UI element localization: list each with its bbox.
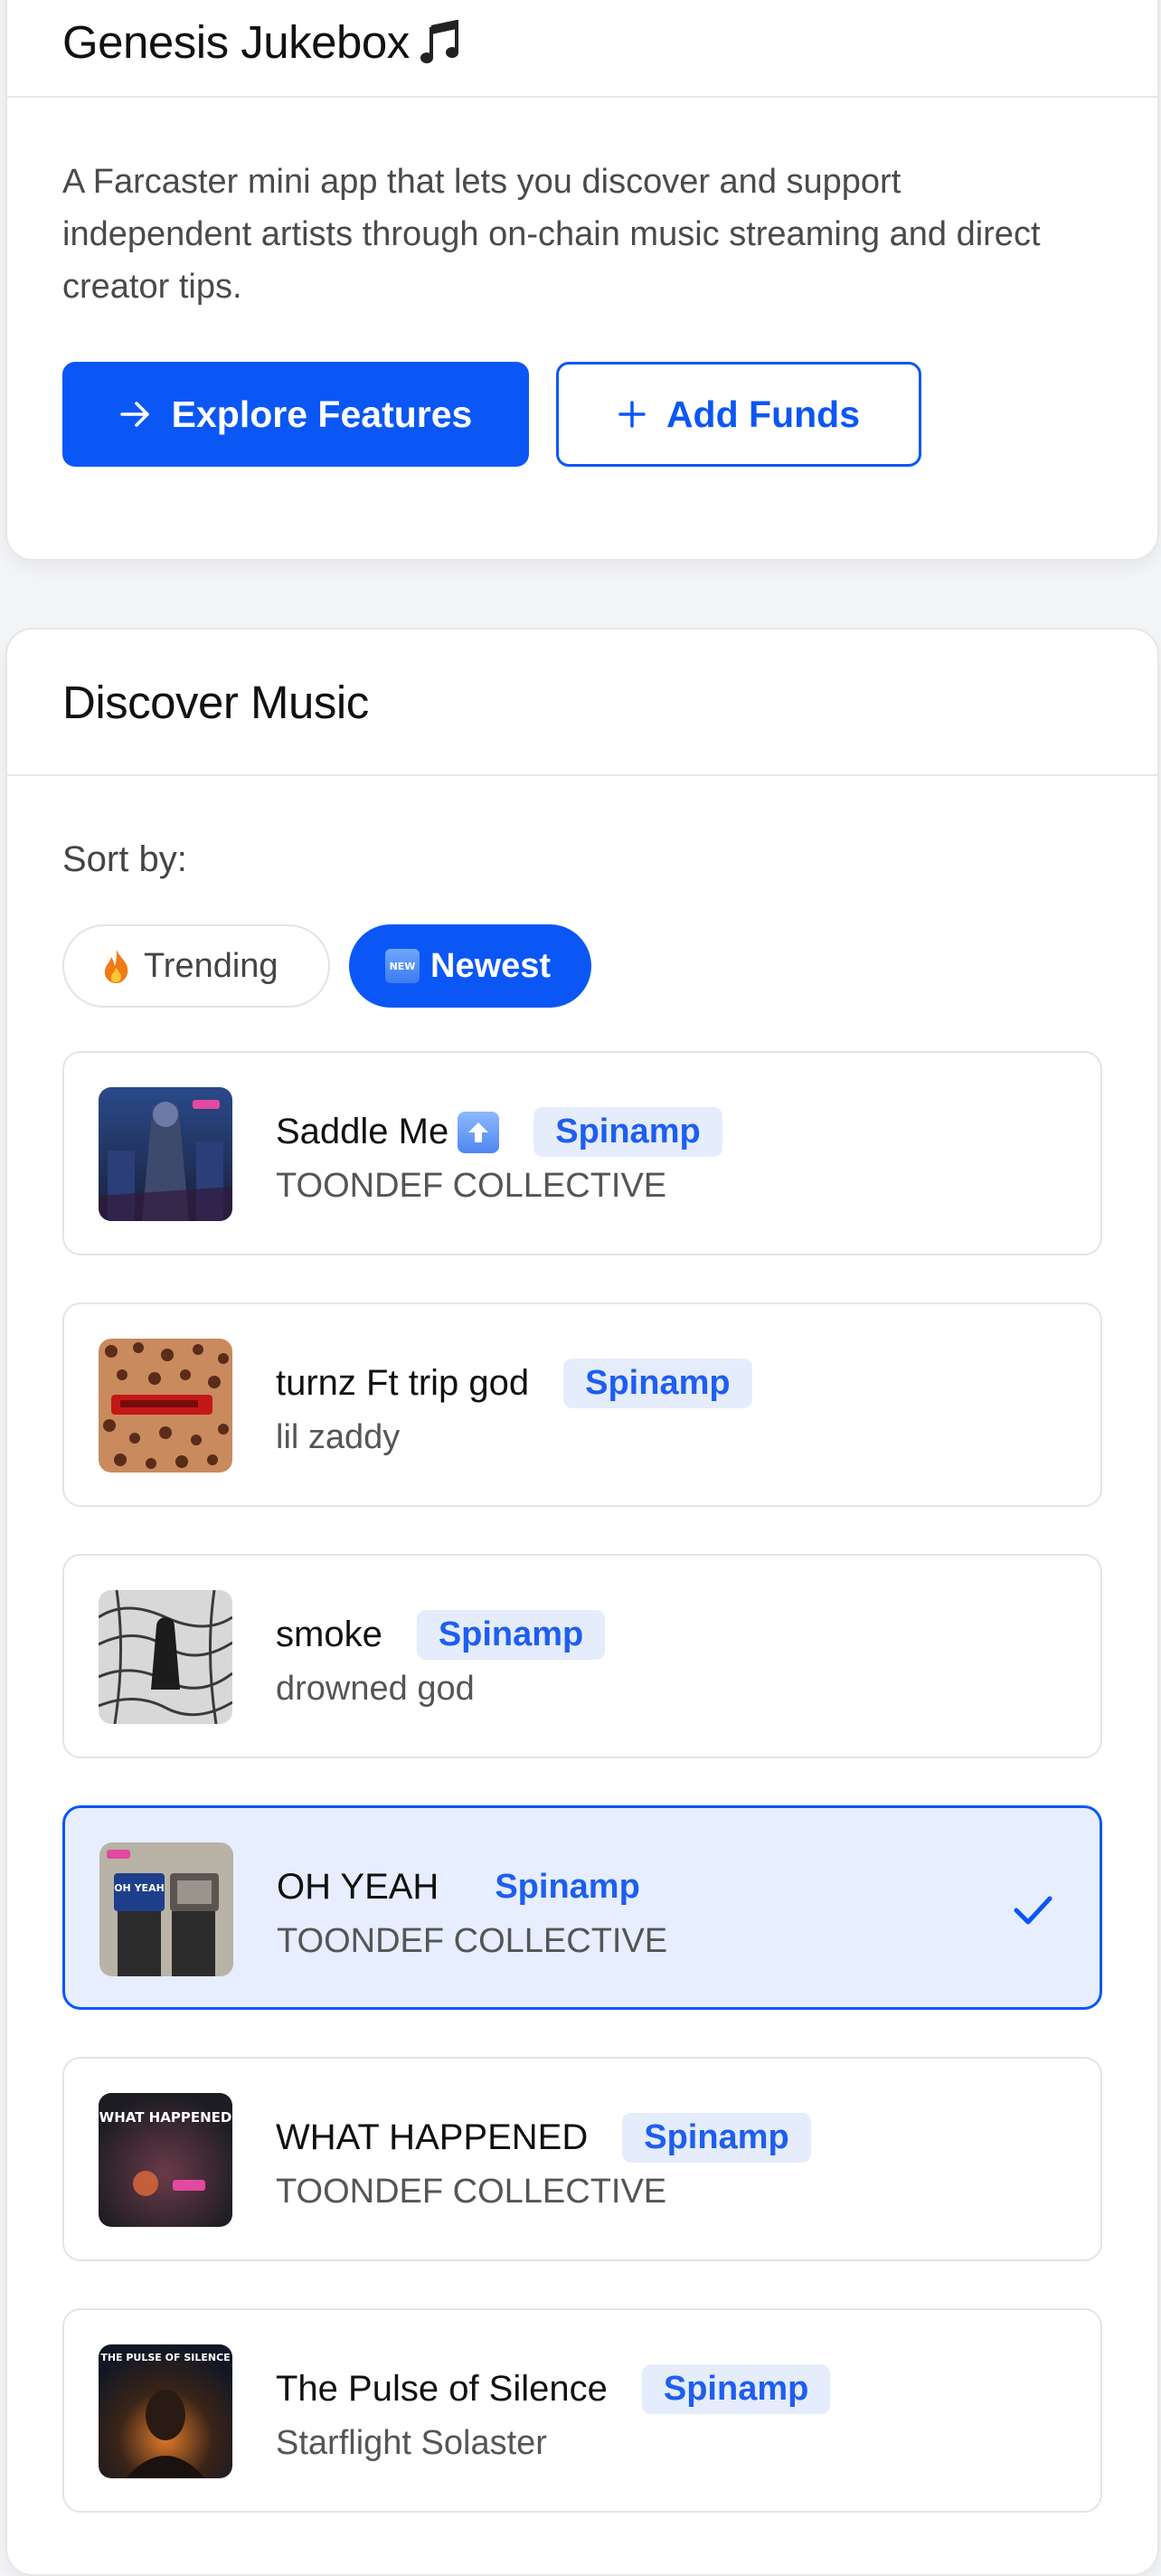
plus-icon (618, 401, 646, 428)
new-icon: NEW (385, 949, 420, 983)
art-caption: WHAT HAPPENED (99, 2109, 232, 2126)
track-artist: TOONDEF COLLECTIVE (276, 1167, 667, 1205)
sort-label: Sort by: (62, 839, 187, 879)
track-artist: drowned god (276, 1670, 475, 1708)
track-artwork: OH YEAH (99, 1842, 233, 1976)
sort-trending-label: Trending (144, 946, 278, 985)
explore-features-button[interactable]: Explore Features (62, 362, 529, 467)
track-artwork: THE PULSE OF SILENCE (99, 2344, 232, 2478)
intro-card: Genesis Jukebox A Farcaster mini app tha… (5, 0, 1159, 561)
track-title-row: WHAT HAPPENED Spinamp (276, 2113, 811, 2163)
app-title: Genesis Jukebox (62, 15, 462, 69)
track-item-selected[interactable]: OH YEAH OH YEAH Spinamp TOONDEF COLLECTI… (62, 1805, 1102, 2010)
arrow-right-icon (119, 402, 149, 427)
track-title-row: The Pulse of Silence Spinamp (276, 2364, 831, 2414)
track-title-row: OH YEAH Spinamp (277, 1862, 662, 1912)
track-item[interactable]: smoke Spinamp drowned god (62, 1554, 1102, 1758)
track-title: turnz Ft trip god (276, 1363, 530, 1403)
track-title-text: Saddle Me (276, 1112, 449, 1151)
track-artwork (99, 1339, 232, 1473)
track-item[interactable]: WHAT HAPPENED WHAT HAPPENED Spinamp TOON… (62, 2057, 1102, 2261)
track-artwork (99, 1590, 232, 1724)
track-artist: lil zaddy (276, 1418, 401, 1456)
app-title-text: Genesis Jukebox (62, 16, 410, 68)
checkmark-icon (1014, 1896, 1052, 1925)
art-caption: OH YEAH (114, 1882, 165, 1894)
track-title-row: Saddle Me Spinamp (276, 1107, 722, 1157)
track-title: The Pulse of Silence (276, 2369, 608, 2409)
intro-card-header: Genesis Jukebox (7, 0, 1157, 98)
sort-newest-button[interactable]: NEW Newest (349, 924, 591, 1008)
up-arrow-icon (458, 1111, 500, 1153)
track-artist: TOONDEF COLLECTIVE (276, 2173, 667, 2211)
track-title: WHAT HAPPENED (276, 2117, 589, 2157)
track-artist: Starflight Solaster (276, 2424, 547, 2462)
add-funds-label: Add Funds (665, 393, 861, 435)
discover-card-header: Discover Music (7, 630, 1157, 776)
track-item[interactable]: turnz Ft trip god Spinamp lil zaddy (62, 1302, 1102, 1507)
track-title: Saddle Me (276, 1111, 500, 1153)
source-badge: Spinamp (416, 1610, 606, 1660)
track-artist: TOONDEF COLLECTIVE (277, 1922, 668, 1960)
track-item[interactable]: Saddle Me Spinamp TOONDEF COLLECTIVE (62, 1051, 1102, 1255)
track-title-row: turnz Ft trip god Spinamp (276, 1359, 752, 1408)
track-artwork: WHAT HAPPENED (99, 2093, 232, 2227)
app-description: A Farcaster mini app that lets you disco… (62, 163, 1041, 306)
add-funds-button[interactable]: Add Funds (556, 362, 921, 467)
source-badge: Spinamp (622, 2113, 811, 2163)
art-caption: THE PULSE OF SILENCE (100, 2352, 230, 2363)
source-badge: Spinamp (495, 1868, 640, 1906)
source-badge: Spinamp (641, 2364, 831, 2414)
sort-trending-button[interactable]: Trending (62, 924, 330, 1008)
track-title: OH YEAH (277, 1867, 439, 1907)
sort-newest-label: Newest (430, 946, 552, 985)
track-title: smoke (276, 1615, 382, 1654)
discover-card: Discover Music Sort by: Trending NEW New… (5, 628, 1159, 2576)
track-artwork (99, 1087, 232, 1221)
source-badge: Spinamp (533, 1107, 722, 1157)
track-title-row: smoke Spinamp (276, 1610, 606, 1660)
explore-features-label: Explore Features (171, 393, 473, 435)
music-note-icon (420, 19, 458, 63)
track-item[interactable]: THE PULSE OF SILENCE The Pulse of Silenc… (62, 2308, 1102, 2513)
discover-title: Discover Music (62, 677, 369, 728)
source-badge: Spinamp (563, 1359, 752, 1408)
fire-icon (104, 950, 128, 983)
